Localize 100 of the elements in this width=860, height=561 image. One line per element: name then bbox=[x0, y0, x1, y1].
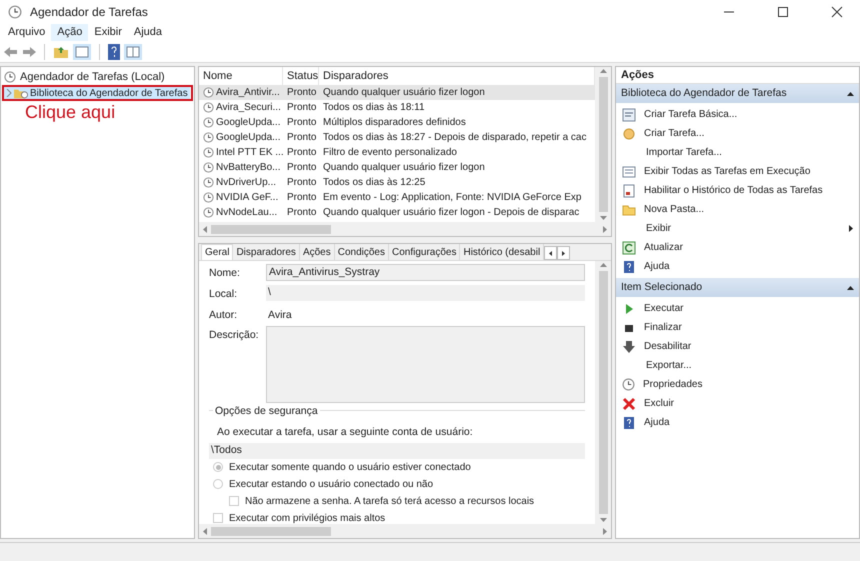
collapse-caret-icon bbox=[847, 286, 854, 290]
clock-icon bbox=[203, 177, 214, 188]
vertical-scrollbar[interactable] bbox=[595, 261, 611, 524]
scroll-thumb[interactable] bbox=[211, 224, 331, 234]
horizontal-scrollbar[interactable] bbox=[199, 524, 611, 538]
table-row[interactable]: GoogleUpda... Pronto Todos os dias às 18:27 - Depois de disparado, repetir a cac bbox=[199, 130, 595, 145]
forward-arrow-icon[interactable] bbox=[22, 46, 36, 58]
help-icon[interactable] bbox=[108, 44, 120, 60]
table-cell-text: Todos os dias às 18:11 bbox=[322, 101, 425, 115]
tree-item[interactable]: Biblioteca do Agendador de Tarefas bbox=[4, 87, 190, 99]
account-prompt: Ao executar a tarefa, usar a seguinte conta de usuário: bbox=[216, 425, 474, 440]
table-row[interactable]: NvDriverUp... Pronto Todos os dias às 12:25 bbox=[199, 175, 595, 190]
checkbox[interactable] bbox=[229, 496, 239, 506]
table-row[interactable]: NvNodeLau... Pronto Quando qualquer usuário fizer logon - Depois de disparac bbox=[199, 205, 595, 220]
tab-scroll-left[interactable] bbox=[544, 246, 558, 260]
action-item[interactable]: Finalizar bbox=[616, 318, 859, 337]
list-icon bbox=[622, 164, 636, 178]
action-item[interactable]: Exportar... bbox=[616, 356, 859, 375]
option-label: Não armazene a senha. A tarefa só terá acesso a recursos locais bbox=[245, 494, 534, 508]
right-arrow-icon[interactable] bbox=[603, 226, 607, 232]
tab[interactable]: Condições bbox=[334, 244, 389, 260]
clock-icon bbox=[203, 162, 214, 173]
option-label: Executar estando o usuário conectado ou não bbox=[229, 478, 434, 492]
action-item[interactable]: Atualizar bbox=[616, 238, 859, 257]
down-arrow-icon[interactable] bbox=[600, 216, 606, 220]
menu-item[interactable]: Ação bbox=[51, 24, 88, 41]
table-cell-text: Avira_Antivir... bbox=[216, 86, 280, 100]
table-cell-text: Pronto bbox=[286, 86, 318, 100]
action-item[interactable]: Executar bbox=[616, 299, 859, 318]
action-item[interactable]: Propriedades bbox=[616, 375, 859, 394]
clock-icon bbox=[622, 378, 635, 391]
action-item[interactable]: Ajuda bbox=[616, 257, 859, 276]
scroll-thumb[interactable] bbox=[598, 77, 608, 212]
menu-item[interactable]: Ajuda bbox=[128, 24, 168, 41]
up-arrow-icon[interactable] bbox=[600, 69, 606, 73]
clock-icon bbox=[203, 117, 214, 128]
tab[interactable]: Geral bbox=[201, 244, 234, 260]
table-cell-text: Avira_Securi... bbox=[216, 101, 281, 115]
annotation-text: Clique aqui bbox=[24, 101, 116, 123]
action-item[interactable]: Exibir bbox=[616, 219, 859, 238]
action-item[interactable]: Habilitar o Histórico de Todas as Tarefas bbox=[616, 181, 859, 200]
tree-item[interactable]: Agendador de Tarefas (Local) bbox=[20, 68, 165, 86]
radio-button[interactable] bbox=[213, 462, 223, 472]
radio-button[interactable] bbox=[213, 479, 223, 489]
scroll-thumb[interactable] bbox=[211, 526, 331, 536]
menu-item[interactable]: Exibir bbox=[88, 24, 128, 41]
arrow-down-icon bbox=[622, 340, 636, 354]
up-arrow-icon[interactable] bbox=[600, 263, 606, 267]
action-item[interactable]: Ajuda bbox=[616, 413, 859, 432]
clock-icon bbox=[8, 5, 22, 19]
panel-icon[interactable] bbox=[124, 44, 142, 60]
action-item[interactable]: Desabilitar bbox=[616, 337, 859, 356]
tab[interactable]: Disparadores bbox=[233, 244, 300, 260]
expand-caret-icon[interactable] bbox=[6, 89, 12, 97]
left-arrow-icon[interactable] bbox=[203, 226, 207, 232]
folder-up-icon[interactable] bbox=[53, 44, 69, 58]
checkbox[interactable] bbox=[213, 513, 223, 523]
folder-clock-icon bbox=[14, 88, 28, 98]
section-header[interactable]: Biblioteca do Agendador de Tarefas bbox=[616, 84, 859, 103]
tab-scroll-right[interactable] bbox=[557, 246, 570, 260]
table-cell-text: Todos os dias às 12:25 bbox=[322, 176, 426, 190]
left-arrow-icon bbox=[549, 250, 552, 256]
description-field[interactable] bbox=[266, 326, 585, 404]
close-icon bbox=[622, 396, 636, 410]
section-header[interactable]: Item Selecionado bbox=[616, 278, 859, 297]
horizontal-scrollbar[interactable] bbox=[199, 222, 611, 236]
option-label: Executar com privilégios mais altos bbox=[229, 512, 386, 524]
left-arrow-icon[interactable] bbox=[203, 528, 207, 534]
scroll-thumb[interactable] bbox=[598, 271, 608, 514]
action-item[interactable]: Exibir Todas as Tarefas em Execução bbox=[616, 162, 859, 181]
menu-item[interactable]: Arquivo bbox=[2, 24, 52, 41]
action-item[interactable]: Excluir bbox=[616, 394, 859, 413]
tab[interactable]: Configurações bbox=[389, 244, 460, 260]
clock-icon bbox=[203, 147, 214, 158]
action-item[interactable]: Importar Tarefa... bbox=[616, 143, 859, 162]
table-row[interactable]: NvBatteryBo... Pronto Quando qualquer usuário fizer logon bbox=[199, 160, 595, 175]
name-field[interactable]: Avira_Antivirus_Systray bbox=[266, 264, 585, 281]
back-arrow-icon[interactable] bbox=[4, 46, 18, 58]
action-item[interactable]: Criar Tarefa... bbox=[616, 124, 859, 143]
right-arrow-icon[interactable] bbox=[603, 528, 607, 534]
right-arrow-icon bbox=[562, 250, 566, 256]
document-icon bbox=[622, 184, 636, 198]
down-arrow-icon[interactable] bbox=[600, 518, 606, 522]
table-row[interactable]: Intel PTT EK ... Pronto Filtro de evento personalizado bbox=[199, 145, 595, 160]
submenu-arrow-icon bbox=[849, 225, 853, 232]
action-item[interactable]: Nova Pasta... bbox=[616, 200, 859, 219]
vertical-scrollbar[interactable] bbox=[595, 67, 611, 222]
table-row[interactable]: Avira_Securi... Pronto Todos os dias às 18:11 bbox=[199, 100, 595, 115]
table-cell-text: GoogleUpda... bbox=[216, 131, 280, 145]
clock-icon bbox=[203, 87, 214, 98]
table-row[interactable]: GoogleUpda... Pronto Múltiplos disparadores definidos bbox=[199, 115, 595, 130]
table-row[interactable]: NVIDIA GeF... Pronto Em evento - Log: Application, Fonte: NVIDIA GeForce Exp bbox=[199, 190, 595, 205]
tab[interactable]: Ações bbox=[300, 244, 335, 260]
clock-icon bbox=[203, 192, 214, 203]
table-row[interactable]: Avira_Antivir... Pronto Quando qualquer usuário fizer logon bbox=[199, 85, 595, 100]
panel-icon[interactable] bbox=[73, 44, 91, 60]
field-label: Autor: bbox=[209, 308, 238, 322]
action-item[interactable]: Criar Tarefa Básica... bbox=[616, 105, 859, 124]
clock-icon bbox=[203, 132, 214, 143]
field-label: Nome: bbox=[209, 266, 241, 281]
